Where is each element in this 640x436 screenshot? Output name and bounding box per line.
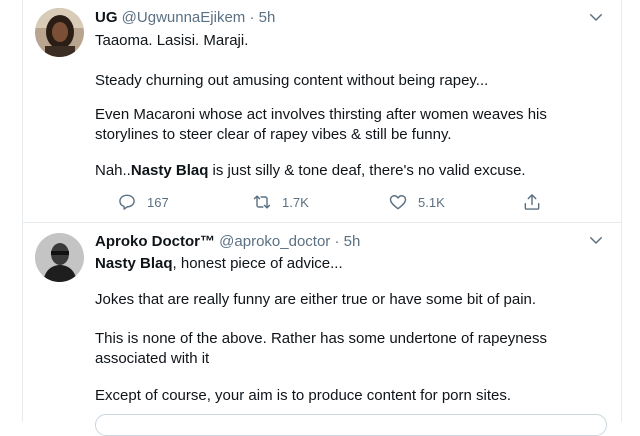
share-icon: [524, 194, 540, 210]
mention-bold: Nasty Blaq: [130, 162, 209, 179]
text-rest: , honest piece of advice...: [172, 255, 343, 272]
tweet-paragraph: Jokes that are really funny are either t…: [95, 291, 537, 308]
mention-bold: Nasty Blaq: [95, 255, 173, 272]
heart-icon: [389, 195, 407, 210]
avatar-image: [35, 233, 84, 282]
retweet-button[interactable]: 1.7K: [252, 191, 309, 213]
avatar-image: [35, 8, 84, 57]
separator-dot: ·: [249, 9, 255, 26]
tweet-text: Taaoma. Lasisi. Maraji. Steady churning …: [95, 31, 565, 186]
separator-dot: ·: [334, 233, 340, 250]
reply-icon: [119, 194, 135, 210]
tweet-paragraph: Even Macaroni whose act involves thirsti…: [95, 106, 547, 143]
tweet-paragraph: Nasty Blaq, honest piece of advice...: [95, 254, 565, 274]
avatar[interactable]: [35, 8, 84, 57]
retweet-count: 1.7K: [282, 194, 309, 210]
text-prefix: Nah..: [95, 162, 131, 179]
tweet[interactable]: UG @UgwunnaEjikem · 5h Taaoma. Lasisi. M…: [23, 0, 621, 223]
author-handle[interactable]: @aproko_doctor: [219, 233, 330, 250]
author-handle[interactable]: @UgwunnaEjikem: [122, 9, 246, 26]
tweet-paragraph: Steady churning out amusing content with…: [95, 72, 489, 89]
tweet-text: Nasty Blaq, honest piece of advice... Jo…: [95, 254, 565, 409]
author-name[interactable]: UG: [95, 9, 118, 26]
reply-button[interactable]: 167: [117, 191, 169, 213]
chevron-down-icon[interactable]: [587, 231, 605, 249]
share-button[interactable]: [522, 191, 552, 213]
tweet-paragraph: Nah..Nasty Blaq is just silly & tone dea…: [95, 161, 565, 181]
timestamp[interactable]: 5h: [259, 9, 276, 26]
tweet-actions: 167 1.7K 5.1K: [95, 191, 540, 213]
tweet-paragraph: This is none of the above. Rather has so…: [95, 330, 547, 367]
tweet-header: UG @UgwunnaEjikem · 5h: [95, 8, 275, 28]
author-name[interactable]: Aproko Doctor™: [95, 233, 215, 250]
timestamp[interactable]: 5h: [344, 233, 361, 250]
reply-count: 167: [147, 194, 169, 210]
avatar[interactable]: [35, 233, 84, 282]
timeline: UG @UgwunnaEjikem · 5h Taaoma. Lasisi. M…: [22, 0, 622, 436]
link-card[interactable]: [95, 414, 607, 436]
tweet[interactable]: Aproko Doctor™ @aproko_doctor · 5h Nasty…: [23, 223, 621, 422]
like-button[interactable]: 5.1K: [388, 191, 445, 213]
tweet-paragraph: Taaoma. Lasisi. Maraji.: [95, 32, 249, 49]
tweet-header: Aproko Doctor™ @aproko_doctor · 5h: [95, 232, 360, 252]
like-count: 5.1K: [418, 194, 445, 210]
tweet-paragraph: Except of course, your aim is to produce…: [95, 387, 512, 404]
chevron-down-icon[interactable]: [587, 8, 605, 26]
text-rest: is just silly & tone deaf, there's no va…: [208, 162, 526, 179]
retweet-icon: [253, 195, 271, 209]
